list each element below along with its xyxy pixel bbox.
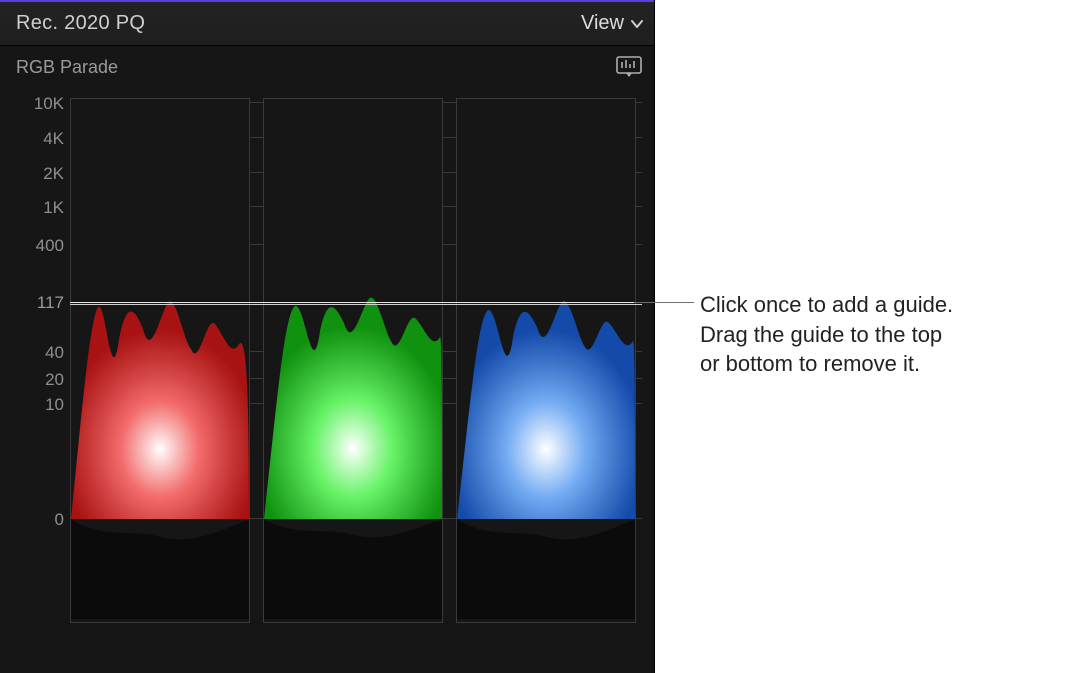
y-tick-label: 0 (16, 510, 64, 530)
chevron-down-icon (630, 17, 644, 31)
y-tick-label: 10K (16, 94, 64, 114)
guide-line-shadow (70, 304, 642, 305)
y-tick-label: 4K (16, 129, 64, 149)
y-tick-label: 400 (16, 236, 64, 256)
y-tick-label: 2K (16, 164, 64, 184)
scope-plot-area[interactable]: Red (70, 98, 642, 623)
rgb-parade-chart: 10K 4K 2K 1K 400 117 40 20 10 0 (16, 88, 642, 657)
y-tick-label: 10 (16, 395, 64, 415)
callout-text-line: or bottom to remove it. (700, 349, 1040, 379)
callout-text-line: Drag the guide to the top (700, 320, 1040, 350)
callout-leader-line (634, 302, 694, 303)
guide-value-label: 117 (16, 293, 64, 313)
view-menu-label: View (581, 12, 624, 35)
scope-settings-icon[interactable] (616, 56, 642, 78)
scope-type-label: RGB Parade (0, 57, 118, 78)
y-tick-label: 1K (16, 198, 64, 218)
channel-blue: Blue (456, 98, 636, 623)
video-scope-panel: Rec. 2020 PQ View RGB Parade (0, 0, 655, 673)
color-space-label: Rec. 2020 PQ (0, 12, 145, 35)
y-tick-label: 40 (16, 343, 64, 363)
view-menu[interactable]: View (581, 2, 644, 45)
annotation-callout: Click once to add a guide. Drag the guid… (700, 290, 1040, 379)
callout-text-line: Click once to add a guide. (700, 290, 1040, 320)
scope-topbar: Rec. 2020 PQ View (0, 0, 654, 46)
scope-subtitle-row: RGB Parade (0, 46, 654, 88)
channel-red: Red (70, 98, 250, 623)
guide-line[interactable] (70, 302, 642, 303)
y-tick-label: 20 (16, 370, 64, 390)
channel-green: Green (263, 98, 443, 623)
